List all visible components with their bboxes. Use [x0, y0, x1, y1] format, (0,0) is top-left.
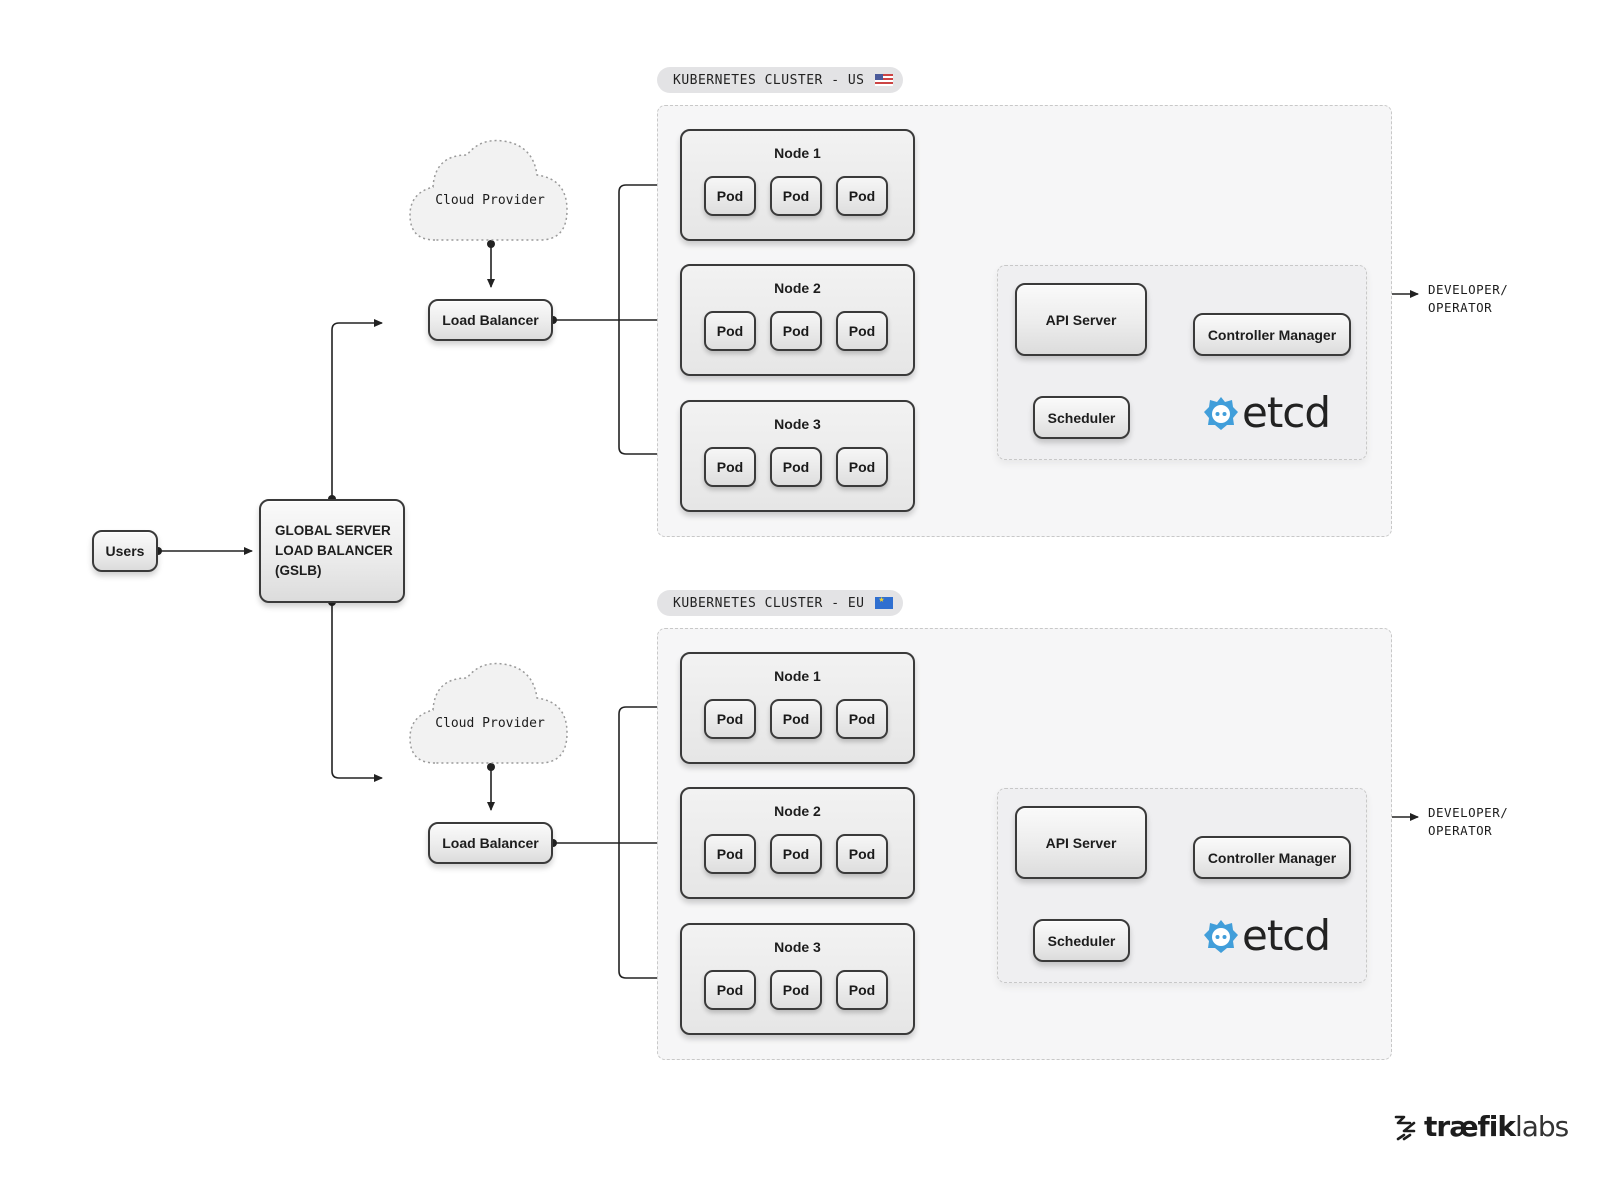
pod-box[interactable]: Pod	[704, 176, 756, 216]
controller-manager-box[interactable]: Controller Manager	[1193, 836, 1351, 879]
us-flag-icon	[874, 74, 893, 86]
node-box[interactable]: Node 1 Pod Pod Pod	[680, 129, 915, 241]
users-label: Users	[105, 543, 145, 559]
api-server-box[interactable]: API Server	[1015, 806, 1147, 879]
gslb-to-eu-arrow	[331, 603, 383, 782]
brand-light: labs	[1514, 1110, 1569, 1143]
node-title: Node 2	[774, 280, 821, 296]
etcd-logo: etcd	[1202, 911, 1331, 960]
pod-box[interactable]: Pod	[836, 311, 888, 351]
pod-box[interactable]: Pod	[836, 447, 888, 487]
node-title: Node 1	[774, 145, 821, 161]
brand-bold: træfik	[1424, 1110, 1516, 1143]
node-title: Node 2	[774, 803, 821, 819]
node-box[interactable]: Node 2 Pod Pod Pod	[680, 264, 915, 376]
pod-box[interactable]: Pod	[704, 447, 756, 487]
cluster-label-us: KUBERNETES CLUSTER - US	[657, 67, 903, 93]
users-box[interactable]: Users	[92, 530, 158, 572]
developer-operator-label: DEVELOPER/ OPERATOR	[1428, 805, 1509, 838]
scheduler-box[interactable]: Scheduler	[1033, 396, 1130, 439]
pod-box[interactable]: Pod	[836, 699, 888, 739]
node-title: Node 3	[774, 416, 821, 432]
gslb-line: LOAD BALANCER	[275, 543, 393, 558]
pod-box[interactable]: Pod	[770, 970, 822, 1010]
pod-box[interactable]: Pod	[704, 311, 756, 351]
pod-box[interactable]: Pod	[770, 176, 822, 216]
node-box[interactable]: Node 1 Pod Pod Pod	[680, 652, 915, 764]
node-title: Node 1	[774, 668, 821, 684]
etcd-logo: etcd	[1202, 388, 1331, 437]
gslb-to-us-arrow	[331, 319, 383, 500]
pod-box[interactable]: Pod	[704, 834, 756, 874]
pod-box[interactable]: Pod	[704, 970, 756, 1010]
node-title: Node 3	[774, 939, 821, 955]
load-balancer-box[interactable]: Load Balancer	[428, 299, 553, 341]
node-box[interactable]: Node 2 Pod Pod Pod	[680, 787, 915, 899]
pod-box[interactable]: Pod	[770, 834, 822, 874]
controller-manager-box[interactable]: Controller Manager	[1193, 313, 1351, 356]
eu-flag-icon	[874, 594, 893, 609]
cluster-label-eu: KUBERNETES CLUSTER - EU	[657, 590, 903, 616]
pod-box[interactable]: Pod	[770, 311, 822, 351]
node-box[interactable]: Node 3 Pod Pod Pod	[680, 923, 915, 1035]
pod-box[interactable]: Pod	[704, 699, 756, 739]
gslb-line: GLOBAL SERVER	[275, 523, 391, 538]
developer-operator-label: DEVELOPER/ OPERATOR	[1428, 282, 1509, 315]
api-server-box[interactable]: API Server	[1015, 283, 1147, 356]
pod-box[interactable]: Pod	[770, 447, 822, 487]
etcd-icon	[1204, 396, 1238, 430]
node-box[interactable]: Node 3 Pod Pod Pod	[680, 400, 915, 512]
cloud-provider-label: Cloud Provider	[435, 716, 545, 731]
load-balancer-box[interactable]: Load Balancer	[428, 822, 553, 864]
pod-box[interactable]: Pod	[836, 176, 888, 216]
scheduler-box[interactable]: Scheduler	[1033, 919, 1130, 962]
traefiklabs-logo: træfiklabs	[1390, 1110, 1569, 1143]
pod-box[interactable]: Pod	[836, 970, 888, 1010]
gslb-box[interactable]: GLOBAL SERVER LOAD BALANCER (GSLB)	[259, 499, 405, 603]
cloud-provider-label: Cloud Provider	[435, 193, 545, 208]
pod-box[interactable]: Pod	[836, 834, 888, 874]
gslb-line: (GSLB)	[275, 563, 322, 578]
etcd-icon	[1204, 919, 1238, 953]
pod-box[interactable]: Pod	[770, 699, 822, 739]
traefik-icon	[1394, 1115, 1416, 1140]
